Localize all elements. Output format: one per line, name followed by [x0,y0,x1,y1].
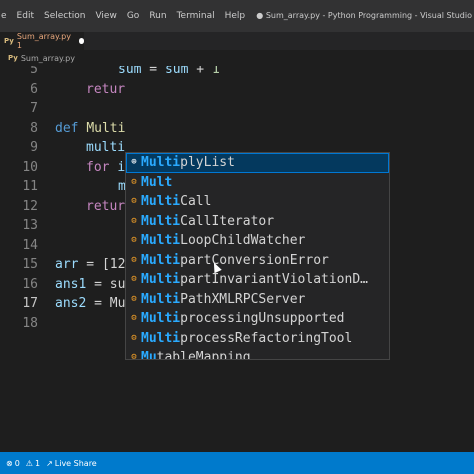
warning-count: 1 [34,458,41,468]
suggestion-item[interactable]: ⚙ Multi processRefactoringTool [126,329,389,349]
line-number: 16 [22,276,38,292]
line-number: 12 [22,198,38,214]
live-share-icon: ↗ [46,458,53,468]
line-number: 14 [22,237,38,253]
suggestion-item[interactable]: ⚙ Multi partConversionError [126,251,389,271]
python-file-icon: Py [8,54,18,62]
code-line-9: multi [86,140,126,155]
suggestion-item[interactable]: ⚙ Multi LoopChildWatcher [126,231,389,251]
menu-help[interactable]: Help [220,11,251,21]
method-icon: ⚙ [131,293,137,304]
breadcrumb: Py Sum_array.py [0,50,474,66]
code-line-16: ans1 = su [55,276,126,292]
tab-label: Sum_array.py 1 [16,32,71,50]
breadcrumb-file[interactable]: Sum_array.py [21,54,75,63]
line-number: 13 [22,218,38,233]
error-icon: ⊗ [6,458,13,468]
menu-selection[interactable]: Selection [39,11,90,21]
method-icon: ⚙ [131,332,137,343]
line-number: 11 [22,179,38,194]
code-line-8: def Multi [55,120,126,136]
method-icon: ⚙ [131,235,137,245]
suggestion-item[interactable]: ⚙ Mu tableMapping [126,348,389,360]
warning-icon: ⚠ [25,458,33,468]
line-number: 8 [30,120,38,136]
method-icon: ⚙ [131,274,137,284]
problems-indicator[interactable]: ⊗ 0 [6,459,20,468]
suggestion-item[interactable]: ⚙ Multi partInvariantViolationD… [126,270,389,290]
menu-file[interactable]: e [0,11,12,21]
autocomplete-suggestions[interactable]: ⊕ Multi plyList ⚙ Mult ⚙ Multi Call ⚙ Mult… [125,152,390,360]
error-count: 0 [14,458,20,468]
line-number-gutter: 5 6 7 8 9 10 11 12 13 14 15 16 17 18 [0,66,42,452]
status-bar: ⊗ 0 ⚠ 1 ↗ Live Share [0,452,474,474]
method-icon: ⚙ [131,196,137,206]
python-file-icon: Py [4,37,14,45]
line-number: 7 [30,101,38,116]
window-title: ● Sum_array.py - Python Programming - Vi… [256,11,472,20]
line-number: 9 [30,140,38,155]
line-number: 18 [22,315,38,331]
line-number: 5 [30,66,38,77]
code-line-10: for i [86,159,126,175]
class-icon: ⊕ [131,157,137,167]
line-number-active: 17 [22,296,38,311]
suggestion-item[interactable]: ⚙ Multi processingUnsupported [126,309,389,329]
method-icon: ⚙ [131,352,137,360]
code-line-12: retur [86,198,126,214]
menu-view[interactable]: View [90,11,121,21]
suggestion-item-selected[interactable]: ⊕ Multi plyList [126,153,389,173]
line-number: 6 [30,81,38,97]
menu-terminal[interactable]: Terminal [172,11,220,21]
line-number: 15 [22,257,38,272]
menu-run[interactable]: Run [144,11,171,21]
suggestion-item[interactable]: ⚙ Mult [126,173,389,193]
method-icon: ⚙ [131,176,137,187]
warnings-indicator[interactable]: ⚠ 1 [26,459,40,468]
tab-sum-array[interactable]: Py Sum_array.py 1 [0,32,84,50]
method-icon: ⚙ [131,313,137,323]
code-editor[interactable]: 5 6 7 8 9 10 11 12 13 14 15 16 17 18 sum… [0,66,474,452]
live-share-button[interactable]: ↗ Live Share [46,459,97,468]
menu-go[interactable]: Go [122,11,144,21]
code-line-5: sum = sum + 1 [118,66,220,77]
suggestion-item[interactable]: ⚙ Multi Call [126,192,389,212]
suggestion-item[interactable]: ⚙ Multi PathXMLRPCServer [126,290,389,310]
tab-bar: Py Sum_array.py 1 [0,32,474,50]
live-share-label: Live Share [54,458,97,468]
code-line-15: arr = [12 [55,257,126,272]
code-line-6: retur [86,81,126,97]
code-line-17: ans2 = Mu [55,296,127,311]
unsaved-dot-icon[interactable] [78,38,84,44]
suggestion-item[interactable]: ⚙ Multi CallIterator [126,212,389,232]
method-icon: ⚙ [131,215,137,226]
menu-edit[interactable]: Edit [12,11,39,21]
line-number: 10 [22,159,38,175]
method-icon: ⚙ [131,254,137,265]
